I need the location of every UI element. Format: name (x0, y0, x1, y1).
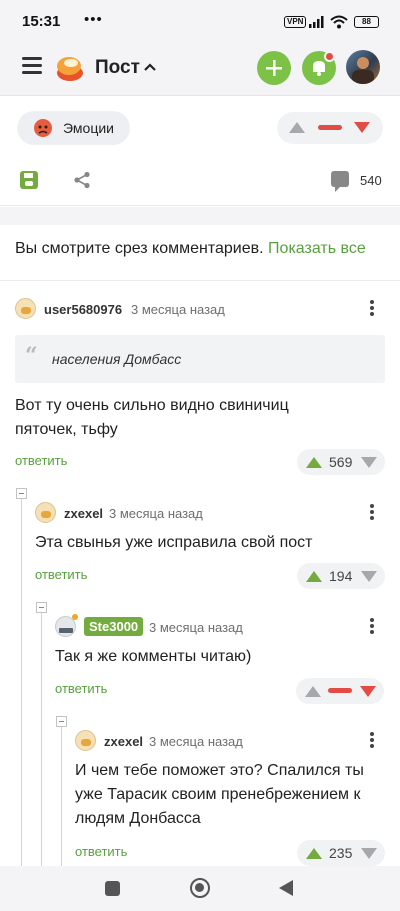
online-indicator (72, 614, 78, 620)
more-icon[interactable] (370, 504, 374, 520)
status-bar: 15:31 ••• VPN 88 (0, 0, 400, 40)
rating-bar (328, 688, 352, 693)
vpn-indicator: VPN (284, 16, 307, 28)
section-gap (0, 207, 400, 225)
downvote-icon[interactable] (361, 457, 377, 468)
comment-username[interactable]: zxexel (64, 506, 103, 521)
thread-line (61, 726, 62, 866)
show-all-link[interactable]: Показать все (268, 240, 366, 257)
comment-rating: 194 (297, 563, 385, 589)
rating-value: 569 (329, 454, 353, 470)
comment-time: 3 месяца назад (149, 734, 243, 749)
comment-username[interactable]: Ste3000 (84, 617, 144, 636)
downvote-icon[interactable] (360, 686, 376, 697)
comment-text: Эта свынья уже исправила свой пост (35, 534, 313, 551)
emotions-button[interactable]: Эмоции (17, 111, 130, 145)
share-icon[interactable] (73, 171, 91, 189)
notification-dots: ••• (84, 11, 103, 28)
divider (0, 280, 400, 281)
app-header: Пост (0, 40, 400, 96)
comments-slice-notice: Вы смотрите срез комментариев. Показать … (15, 240, 366, 258)
avatar[interactable] (15, 298, 36, 319)
wifi-icon (330, 15, 348, 29)
comment-rating: 569 (297, 449, 385, 475)
nav-square-icon[interactable] (105, 881, 120, 896)
comment-quote: “ населения Домбасс (15, 335, 385, 383)
upvote-icon[interactable] (289, 122, 305, 133)
comment-time: 3 месяца назад (149, 620, 243, 635)
collapse-thread-button[interactable] (56, 716, 67, 727)
collapse-thread-button[interactable] (16, 488, 27, 499)
add-post-button[interactable] (257, 51, 291, 85)
thread-line (41, 612, 42, 866)
more-icon[interactable] (370, 618, 374, 634)
upvote-icon[interactable] (306, 571, 322, 582)
comment-username[interactable]: zxexel (104, 734, 143, 749)
emotions-label: Эмоции (63, 120, 114, 136)
plus-icon (266, 60, 282, 76)
post-vote-box (277, 112, 383, 144)
reply-link[interactable]: ответить (75, 844, 127, 859)
comment-rating: 235 (297, 840, 385, 866)
avatar[interactable] (35, 502, 56, 523)
menu-icon[interactable] (22, 57, 42, 77)
quote-icon: “ (25, 343, 38, 369)
upvote-icon[interactable] (306, 848, 322, 859)
nav-back-icon[interactable] (279, 880, 293, 896)
upvote-icon[interactable] (305, 686, 321, 697)
nav-home-icon[interactable] (190, 878, 210, 898)
downvote-icon[interactable] (361, 848, 377, 859)
rating-value: 194 (329, 568, 353, 584)
downvote-icon[interactable] (361, 571, 377, 582)
comments-count: 540 (360, 173, 382, 188)
avatar[interactable] (75, 730, 96, 751)
comment-username[interactable]: user5680976 (44, 302, 122, 317)
rating-value: 235 (329, 845, 353, 861)
comment-text: И чем тебе поможет это? Спалился ты уже … (75, 762, 364, 827)
comment-time: 3 месяца назад (131, 302, 225, 317)
slice-notice-text: Вы смотрите срез комментариев. (15, 240, 264, 257)
reply-link[interactable]: ответить (35, 567, 87, 582)
downvote-icon[interactable] (354, 122, 370, 133)
comment-text: Так я же комменты читаю) (55, 648, 252, 665)
notification-badge (324, 51, 335, 62)
comment-rating (296, 678, 384, 704)
status-time: 15:31 (22, 13, 61, 30)
page-title[interactable]: Пост (95, 57, 140, 79)
user-avatar[interactable] (346, 50, 380, 84)
upvote-icon[interactable] (306, 457, 322, 468)
post-action-bar: Эмоции 540 (0, 96, 400, 206)
comment-text: Вот ту очень сильно видно свиничиц пяточ… (15, 397, 289, 438)
reply-link[interactable]: ответить (55, 681, 107, 696)
more-icon[interactable] (370, 732, 374, 748)
comments-icon[interactable] (331, 171, 349, 192)
comment-time: 3 месяца назад (109, 506, 203, 521)
more-icon[interactable] (370, 300, 374, 316)
emotion-face-icon (34, 119, 52, 137)
thread-line (21, 498, 22, 866)
notifications-button[interactable] (302, 51, 336, 85)
reply-link[interactable]: ответить (15, 453, 67, 468)
rating-bar (318, 125, 342, 130)
signal-icon (309, 16, 324, 28)
quote-text: населения Домбасс (52, 351, 182, 367)
save-icon[interactable] (20, 171, 38, 189)
system-nav-bar (0, 866, 400, 911)
battery-indicator: 88 (354, 16, 379, 28)
pikabu-logo[interactable] (55, 53, 85, 83)
chevron-up-icon[interactable] (144, 63, 156, 71)
collapse-thread-button[interactable] (36, 602, 47, 613)
